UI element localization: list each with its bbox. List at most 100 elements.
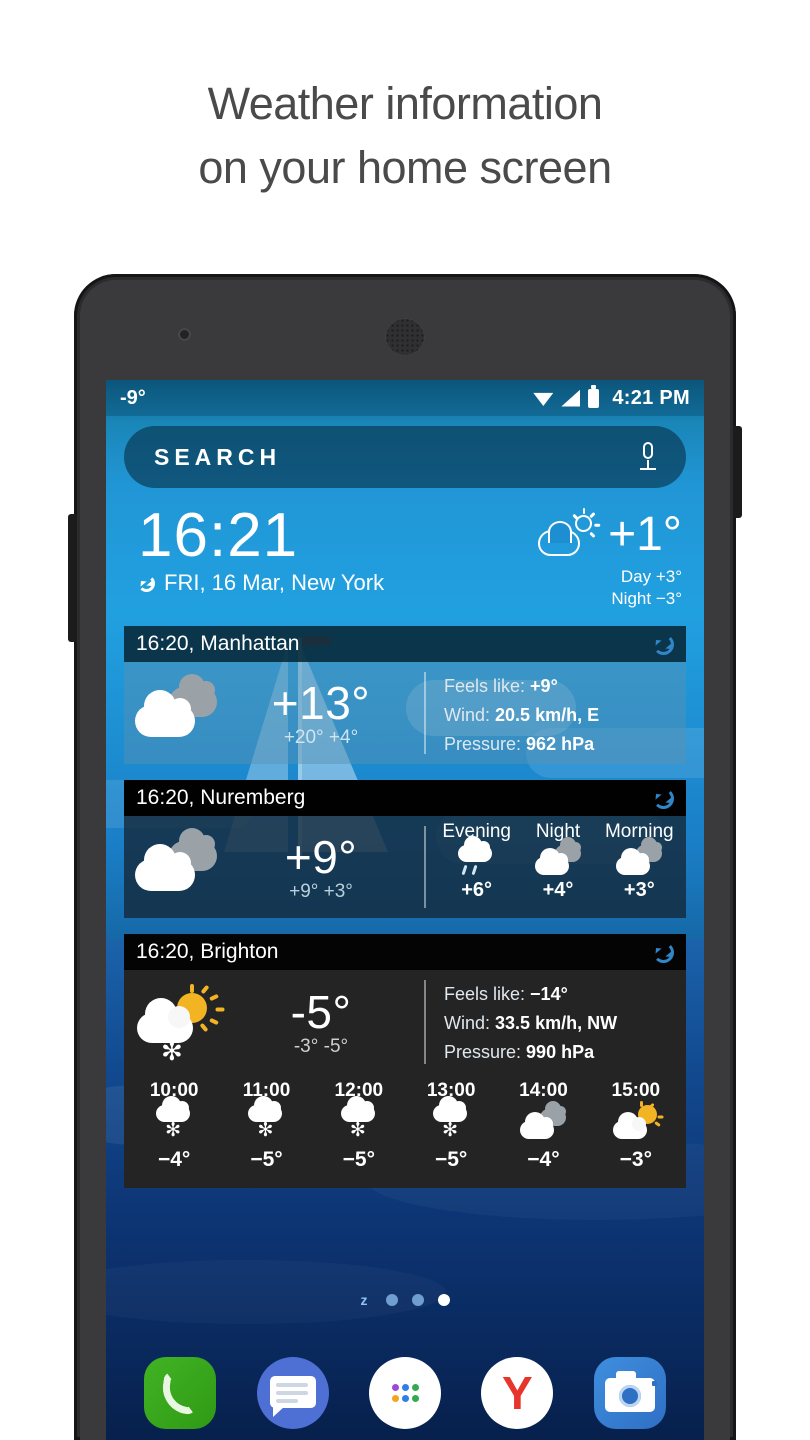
current-temperature: +1° — [608, 508, 682, 561]
message-icon[interactable] — [256, 1357, 329, 1429]
card-title: 16:20, Nuremberg — [136, 786, 306, 809]
front-camera-icon — [178, 328, 191, 341]
earpiece-speaker — [385, 318, 425, 356]
detail-wind: Wind: 33.5 km/h, NW — [444, 1013, 618, 1033]
search-bar[interactable]: SEARCH — [124, 426, 686, 488]
microphone-icon[interactable] — [640, 442, 656, 472]
camera-icon[interactable] — [593, 1357, 666, 1429]
detail-pressure: Pressure: 962 hPa — [444, 734, 595, 754]
headline-line-2: on your home screen — [198, 142, 612, 193]
app-grid-icon[interactable] — [368, 1357, 441, 1429]
hour-item: 12:00 ✻ −5° — [313, 1078, 405, 1174]
signal-icon — [561, 389, 581, 407]
card-temperature: +13° — [271, 677, 371, 729]
status-bar-temperature: -9° — [120, 386, 146, 409]
hour-item: 14:00 −4° — [497, 1078, 589, 1174]
double-cloud-icon — [520, 1101, 567, 1145]
weather-card-brighton[interactable]: 16:20, Brighton ✻ -5° -3° -5° Feels like… — [124, 934, 686, 1188]
page-dot[interactable] — [385, 1294, 398, 1306]
double-cloud-icon — [133, 828, 219, 895]
card-max-temp: +9° — [289, 881, 319, 902]
snow-cloud-icon: ✻ — [337, 1096, 381, 1147]
status-bar-clock: 4:21 PM — [612, 386, 690, 409]
wifi-icon — [533, 392, 554, 406]
clock-date-location: FRI, 16 Mar, New York — [164, 570, 385, 595]
card-max-temp: -3° — [293, 1036, 319, 1057]
sun-cloud-snow-icon: ✻ — [133, 984, 225, 1064]
day-temperature: Day +3° — [620, 567, 682, 586]
promo-screenshot: Weather information on your home screen — [0, 0, 810, 1440]
card-min-temp: +4° — [328, 727, 359, 748]
hour-item: 13:00 ✻ −5° — [405, 1078, 497, 1174]
card-header: 16:20, Brighton — [124, 934, 686, 970]
hour-temp: −4° — [157, 1148, 191, 1171]
hour-time: 15:00 — [611, 1080, 661, 1101]
weather-card-manhattan[interactable]: 16:20, Manhattan +13° +20° +4° Feels lik… — [124, 626, 686, 764]
clock-block: 16:21 FRI, 16 Mar, New York — [135, 501, 385, 596]
detail-feels-like: Feels like: +9° — [444, 676, 558, 696]
refresh-icon[interactable] — [135, 574, 158, 592]
detail-wind: Wind: 20.5 km/h, E — [444, 705, 600, 725]
headline-line-1: Weather information — [207, 78, 603, 129]
card-body: ✻ -5° -3° -5° Feels like: −14° Wind: 33.… — [124, 970, 686, 1074]
page-dot-active[interactable] — [437, 1294, 450, 1306]
dock: Y — [106, 1346, 704, 1440]
page-indicator: z — [106, 1292, 704, 1308]
card-body: +9° +9° +3° Evening +6° Night +4° Mornin… — [124, 816, 686, 918]
sun-cloud-outline-icon — [538, 508, 600, 557]
card-body: +13° +20° +4° Feels like: +9° Wind: 20.5… — [124, 662, 686, 764]
daypart-temp: +4° — [542, 879, 574, 901]
phone-screen: -9° 4:21 PM SEARCH 16:21 FRI, 16 Mar, Ne… — [106, 380, 704, 1440]
phone-frame: -9° 4:21 PM SEARCH 16:21 FRI, 16 Mar, Ne… — [68, 274, 742, 1440]
page-dot[interactable] — [411, 1294, 424, 1306]
daypart-temp: +3° — [623, 879, 655, 901]
refresh-icon[interactable] — [650, 787, 677, 809]
battery-icon — [588, 384, 600, 408]
daypart-morning: Morning +3° — [599, 820, 680, 912]
refresh-icon[interactable] — [650, 633, 677, 655]
card-temperature: +9° — [284, 831, 358, 883]
snow-cloud-icon: ✻ — [152, 1096, 196, 1147]
hour-item: 11:00 ✻ −5° — [220, 1078, 312, 1174]
hour-item: 15:00 −3° — [590, 1078, 682, 1174]
card-temperature: -5° — [290, 986, 352, 1038]
daypart-evening: Evening +6° — [436, 820, 517, 912]
current-weather-block: +1° Day +3° Night −3° — [538, 508, 682, 610]
card-header: 16:20, Nuremberg — [124, 780, 686, 816]
card-header: 16:20, Manhattan — [124, 626, 686, 662]
hour-temp: −5° — [342, 1148, 375, 1171]
clock-weather-widget[interactable]: 16:21 FRI, 16 Mar, New York +1° Day +3° … — [106, 504, 704, 618]
refresh-icon[interactable] — [650, 941, 677, 963]
daypart-night: Night +4° — [517, 820, 598, 912]
hour-temp: −3° — [619, 1148, 652, 1171]
detail-pressure: Pressure: 990 hPa — [444, 1042, 595, 1062]
hour-time: 14:00 — [519, 1080, 568, 1101]
night-temperature: Night −3° — [611, 589, 682, 608]
snow-cloud-icon: ✻ — [429, 1096, 473, 1147]
double-cloud-icon — [133, 674, 219, 741]
daypart-temp: +6° — [461, 879, 493, 901]
hour-temp: −5° — [434, 1148, 468, 1171]
promo-headline: Weather information on your home screen — [0, 72, 810, 200]
double-cloud-icon — [534, 837, 581, 881]
hourly-forecast: 10:00 ✻ −4° 11:00 ✻ −5° 12:00 ✻ −5° 13:0… — [124, 1074, 686, 1188]
card-min-temp: -5° — [323, 1036, 349, 1057]
volume-button[interactable] — [68, 514, 77, 642]
phone-icon[interactable] — [144, 1357, 217, 1429]
sun-cloud-icon — [612, 1101, 664, 1145]
card-title: 16:20, Manhattan — [136, 632, 300, 655]
rain-cloud-icon — [454, 836, 500, 881]
clock-time: 16:21 — [138, 501, 299, 570]
weather-icon — [124, 828, 228, 895]
page-indicator-marker: z — [360, 1292, 368, 1308]
status-bar: -9° 4:21 PM — [106, 380, 704, 416]
weather-card-nuremberg[interactable]: 16:20, Nuremberg +9° +9° +3° Evening +6°… — [124, 780, 686, 918]
hour-temp: −5° — [250, 1148, 283, 1171]
weather-icon — [124, 674, 228, 741]
power-button[interactable] — [733, 426, 742, 518]
yandex-y-icon[interactable]: Y — [481, 1357, 554, 1429]
double-cloud-icon — [616, 837, 663, 881]
hour-item: 10:00 ✻ −4° — [128, 1078, 220, 1174]
detail-feels-like: Feels like: −14° — [444, 984, 568, 1004]
daypart-forecast: Evening +6° Night +4° Morning +3° — [426, 816, 686, 918]
